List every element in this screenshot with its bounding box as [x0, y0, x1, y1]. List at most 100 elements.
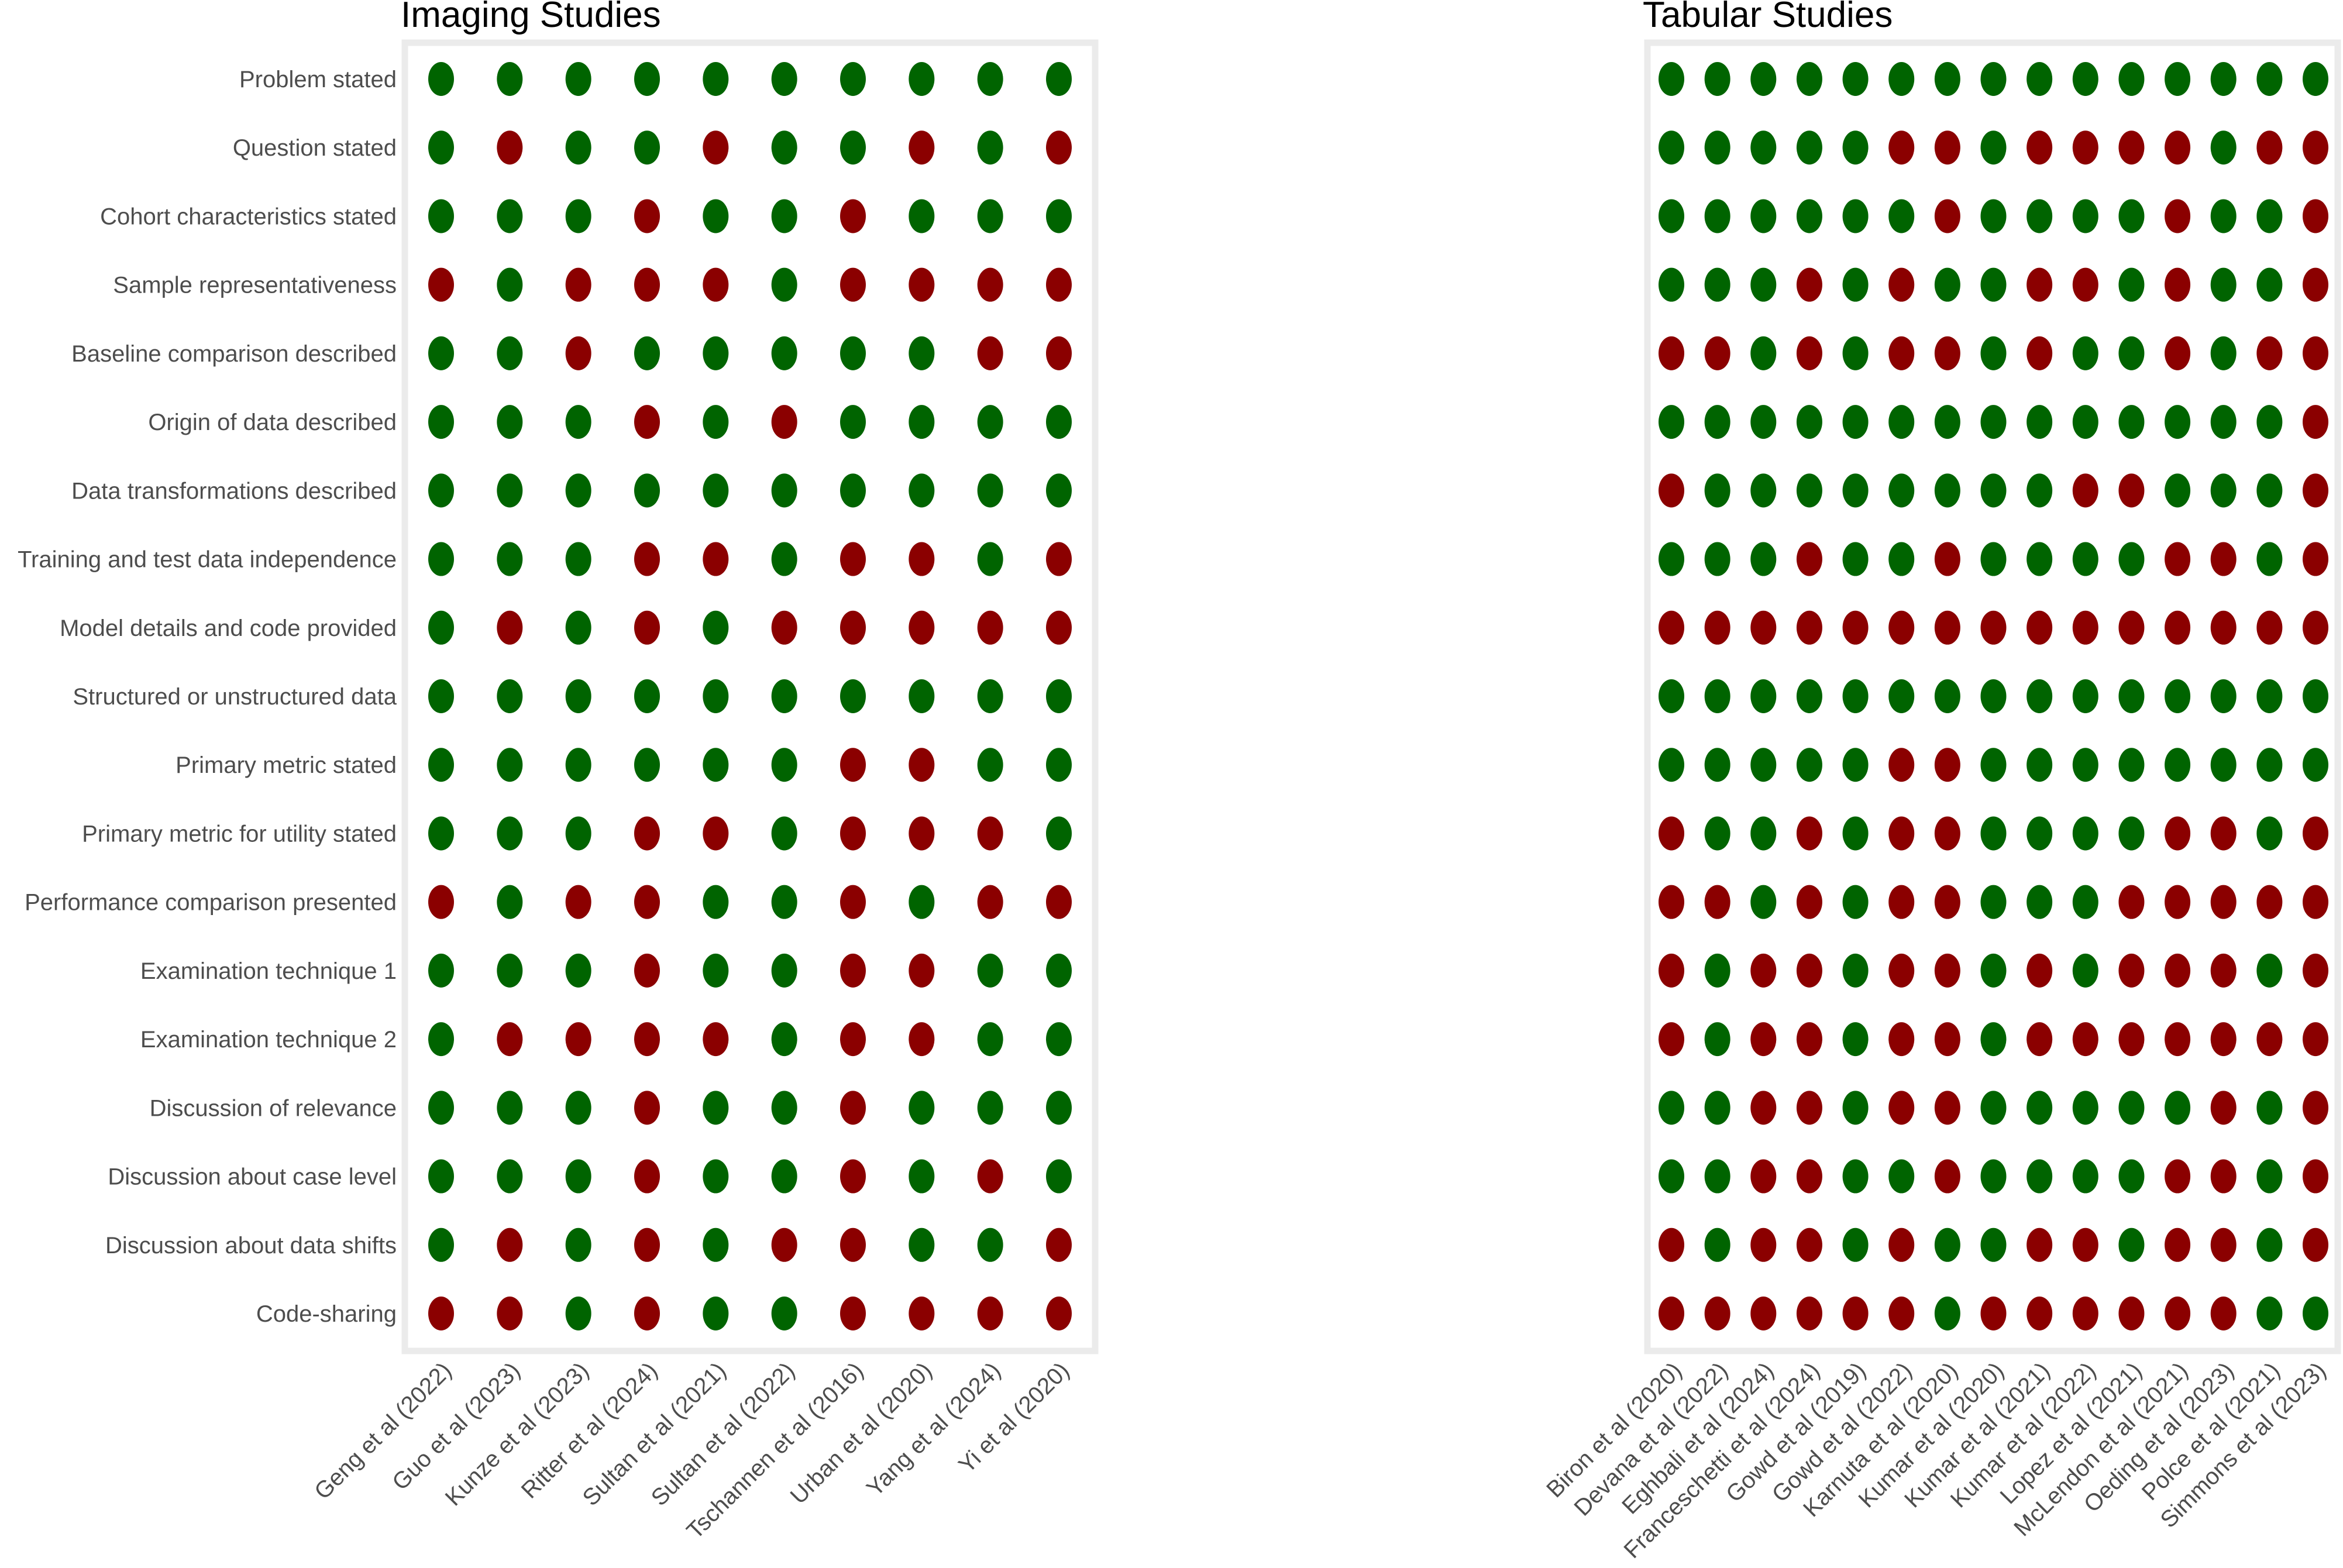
- dot-no: [1659, 336, 1684, 370]
- dot-yes: [497, 199, 523, 233]
- dot-yes: [2072, 679, 2098, 713]
- dot-yes: [2210, 679, 2237, 713]
- dot-yes: [1704, 816, 1730, 851]
- dot-no: [1046, 885, 1072, 919]
- dot-yes: [977, 473, 1003, 508]
- dot-no: [634, 610, 660, 645]
- dot-yes: [565, 405, 591, 439]
- dot-yes: [840, 679, 866, 713]
- dot-yes: [2210, 336, 2237, 370]
- dot-yes: [1750, 267, 1777, 302]
- dot-no: [1659, 885, 1684, 919]
- dot-no: [2165, 953, 2191, 988]
- dot-no: [2027, 1227, 2053, 1262]
- dot-no: [2165, 542, 2191, 576]
- dot-yes: [565, 62, 591, 96]
- dot-yes: [1046, 405, 1072, 439]
- dot-no: [771, 405, 797, 439]
- dot-yes: [2256, 267, 2283, 302]
- dot-yes: [1888, 473, 1915, 508]
- dot-yes: [565, 1227, 591, 1262]
- dot-yes: [2118, 1159, 2145, 1194]
- dot-yes: [703, 953, 729, 988]
- dot-no: [1934, 1091, 1960, 1125]
- dot-no: [2027, 1297, 2053, 1330]
- dot-yes: [1842, 679, 1869, 713]
- dot-no: [1046, 542, 1072, 576]
- dot-no: [2256, 336, 2283, 370]
- tabular-dots: [1659, 62, 2328, 1330]
- study-label: Guo et al (2023): [387, 1357, 525, 1495]
- dot-yes: [1934, 473, 1960, 508]
- dot-no: [2256, 130, 2283, 165]
- dot-yes: [909, 679, 935, 713]
- dot-yes: [428, 1159, 454, 1194]
- dot-yes: [1934, 267, 1960, 302]
- dot-no: [2256, 610, 2283, 645]
- dot-no: [428, 1297, 454, 1330]
- dot-no: [2165, 1297, 2191, 1330]
- dot-yes: [1750, 748, 1777, 782]
- dot-yes: [1934, 1227, 1960, 1262]
- dot-yes: [634, 62, 660, 96]
- dot-yes: [1842, 62, 1869, 96]
- dot-yes: [1750, 405, 1777, 439]
- dot-yes: [428, 473, 454, 508]
- dot-yes: [771, 953, 797, 988]
- dot-no: [497, 130, 523, 165]
- dot-yes: [1659, 679, 1684, 713]
- dot-no: [2118, 473, 2145, 508]
- dot-no: [2118, 1297, 2145, 1330]
- imaging-studies-panel: Imaging Studies Problem stated Question s…: [18, 0, 1099, 1544]
- dot-yes: [2027, 748, 2053, 782]
- dot-yes: [977, 130, 1003, 165]
- dot-no: [2027, 610, 2053, 645]
- tabular-study-labels: Biron et al (2020)Devana et al (2022)Egh…: [1542, 1357, 2331, 1563]
- dot-no: [2118, 885, 2145, 919]
- dot-no: [1796, 816, 1822, 851]
- dot-no: [977, 610, 1003, 645]
- dot-no: [1980, 1297, 2007, 1330]
- dot-no: [1934, 1022, 1960, 1057]
- dot-no: [2165, 1022, 2191, 1057]
- dot-yes: [1659, 748, 1684, 782]
- dot-yes: [771, 130, 797, 165]
- dot-no: [840, 1297, 866, 1330]
- dot-no: [2027, 1022, 2053, 1057]
- dot-no: [1888, 953, 1915, 988]
- dot-no: [2027, 267, 2053, 302]
- dot-yes: [1659, 405, 1684, 439]
- dot-yes: [1842, 885, 1869, 919]
- dot-yes: [1980, 1227, 2007, 1262]
- dot-no: [977, 1297, 1003, 1330]
- dot-yes: [1704, 267, 1730, 302]
- dot-yes: [1888, 199, 1915, 233]
- dot-no: [634, 1297, 660, 1330]
- dot-yes: [565, 199, 591, 233]
- dot-yes: [703, 1297, 729, 1330]
- dot-yes: [909, 199, 935, 233]
- dot-yes: [1842, 748, 1869, 782]
- dot-no: [2303, 1159, 2328, 1194]
- dot-yes: [1980, 336, 2007, 370]
- dot-yes: [977, 199, 1003, 233]
- dot-yes: [2118, 199, 2145, 233]
- dot-yes: [1704, 62, 1730, 96]
- dot-no: [497, 1227, 523, 1262]
- dot-no: [2303, 816, 2328, 851]
- dot-yes: [2118, 336, 2145, 370]
- dot-yes: [1046, 1159, 1072, 1194]
- dot-yes: [2256, 953, 2283, 988]
- dot-no: [634, 953, 660, 988]
- dot-yes: [977, 679, 1003, 713]
- dot-no: [1046, 1227, 1072, 1262]
- dot-no: [1750, 610, 1777, 645]
- dot-no: [2072, 130, 2098, 165]
- dot-yes: [497, 405, 523, 439]
- dot-yes: [2256, 199, 2283, 233]
- dot-yes: [2118, 62, 2145, 96]
- dot-no: [2303, 953, 2328, 988]
- dot-yes: [2118, 1227, 2145, 1262]
- dot-no: [2165, 199, 2191, 233]
- dot-no: [840, 542, 866, 576]
